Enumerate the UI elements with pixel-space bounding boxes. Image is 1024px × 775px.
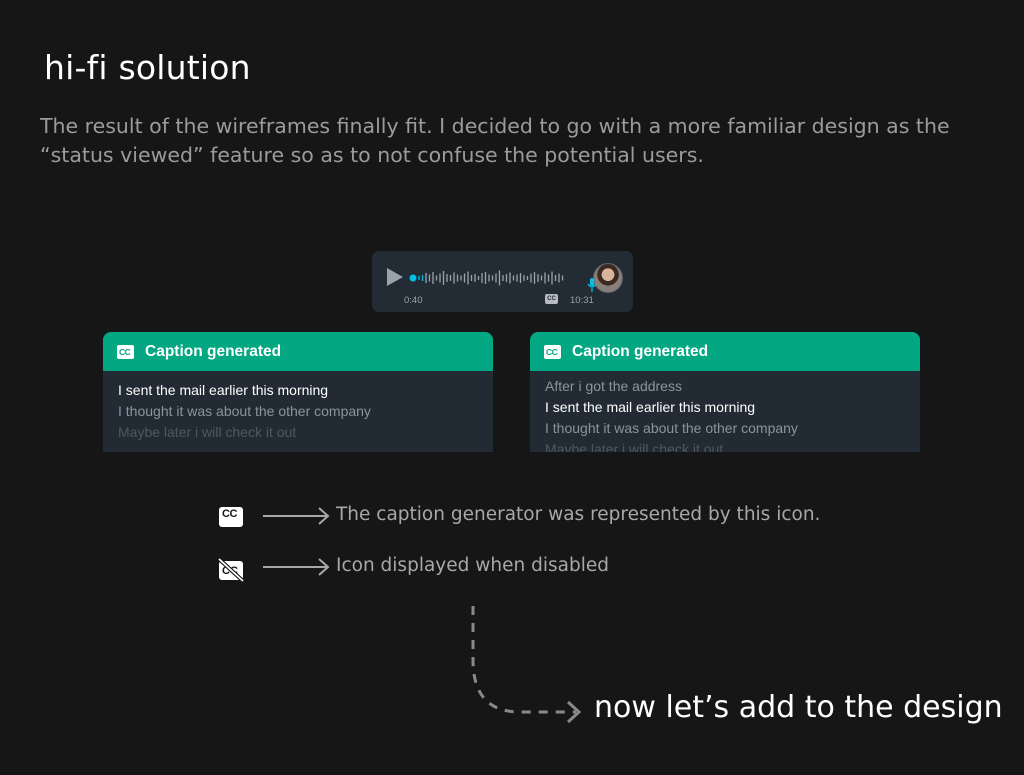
call-to-action-text: now let’s add to the design (594, 690, 1003, 725)
elapsed-time: 0:40 (404, 295, 423, 306)
caption-line-faded: Maybe later i will check it out (545, 441, 724, 452)
legend-disabled-text: Icon displayed when disabled (336, 555, 609, 576)
caption-line-faded: Maybe later i will check it out (118, 424, 297, 440)
caption-line-current: I sent the mail earlier this morning (545, 399, 756, 415)
caption-lines: After i got the address I sent the mail … (530, 371, 920, 452)
cc-icon: CC (219, 507, 243, 527)
caption-line-previous: After i got the address (545, 378, 682, 394)
microphone-icon (587, 278, 597, 292)
waveform-playhead (409, 274, 417, 282)
cc-icon: CC (117, 344, 134, 359)
caption-lines: I sent the mail earlier this morning I t… (103, 371, 493, 443)
page-title: hi-fi solution (44, 48, 251, 87)
cc-icon[interactable]: CC (545, 294, 558, 304)
voice-message: 0:40 CC 10:31 (372, 251, 633, 312)
caption-card-title: Caption generated (572, 342, 709, 360)
page-description: The result of the wireframes finally fit… (40, 114, 950, 167)
audio-waveform[interactable] (409, 266, 569, 290)
caption-line-next: I thought it was about the other company (118, 403, 371, 419)
play-icon[interactable] (386, 267, 404, 287)
caption-card-title: Caption generated (145, 342, 282, 360)
caption-line-current: I sent the mail earlier this morning (118, 382, 329, 398)
caption-card: CC Caption generated After i got the add… (530, 332, 920, 452)
caption-line-next: I thought it was about the other company (545, 420, 798, 436)
message-timestamp: 10:31 (570, 295, 594, 306)
cc-icon: CC (544, 344, 561, 359)
legend-enabled-text: The caption generator was represented by… (336, 504, 821, 525)
arrow-right-icon (263, 507, 330, 525)
cc-disabled-icon: CC (218, 558, 244, 582)
caption-card-header: CC Caption generated (103, 332, 493, 371)
arrow-right-icon (263, 558, 330, 576)
dashed-arrow-icon (471, 606, 582, 724)
caption-card: CC Caption generated I sent the mail ear… (103, 332, 493, 452)
caption-card-header: CC Caption generated (530, 332, 920, 371)
avatar (593, 263, 623, 293)
